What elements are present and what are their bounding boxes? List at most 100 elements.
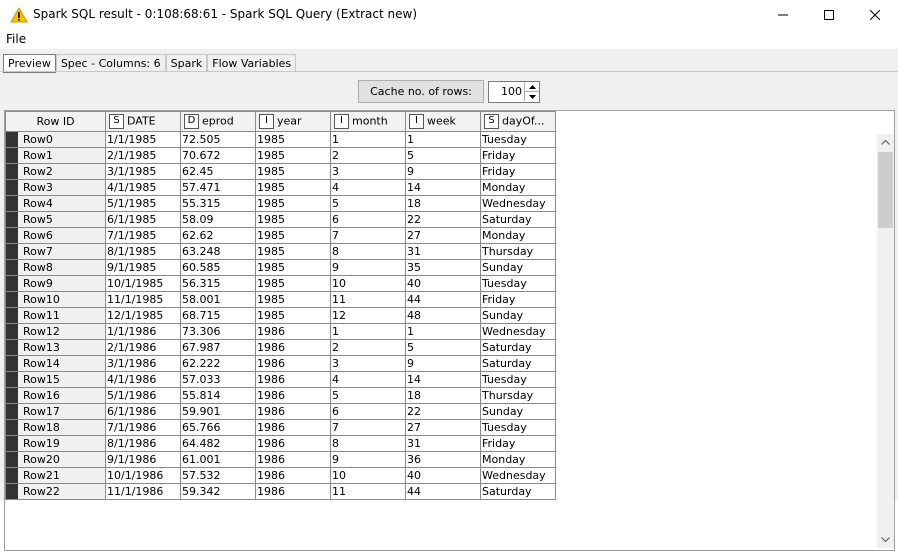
cache-rows-spinner[interactable]: 100	[488, 81, 540, 103]
scrollbar-thumb[interactable]	[878, 152, 893, 228]
table-cell[interactable]: 1986	[255, 371, 331, 388]
table-cell[interactable]: 5	[405, 147, 481, 164]
table-cell[interactable]: 8	[330, 435, 406, 452]
table-cell[interactable]: 1986	[255, 355, 331, 372]
table-cell[interactable]: 4	[330, 371, 406, 388]
minimize-button[interactable]	[760, 0, 806, 30]
table-cell[interactable]: 5/1/1985	[105, 195, 181, 212]
table-row[interactable]: Row17 6/1/1986 59.901 1986 6 22 Sunday	[5, 403, 556, 420]
table-row[interactable]: Row11 12/1/1985 68.715 1985 12 48 Sunday	[5, 307, 556, 324]
table-cell[interactable]: 55.315	[180, 195, 256, 212]
table-cell[interactable]: 1986	[255, 387, 331, 404]
table-cell[interactable]: 36	[405, 451, 481, 468]
row-id-cell[interactable]: Row22	[5, 483, 106, 500]
table-row[interactable]: Row21 10/1/1986 57.532 1986 10 40 Wednesday	[5, 467, 556, 484]
table-cell[interactable]: 1985	[255, 307, 331, 324]
table-cell[interactable]: 1	[405, 131, 481, 148]
row-id-cell[interactable]: Row11	[5, 307, 106, 324]
table-cell[interactable]: 3/1/1985	[105, 163, 181, 180]
table-row[interactable]: Row9 10/1/1985 56.315 1985 10 40 Tuesday	[5, 275, 556, 292]
row-id-cell[interactable]: Row19	[5, 435, 106, 452]
table-cell[interactable]: 65.766	[180, 419, 256, 436]
table-row[interactable]: Row3 4/1/1985 57.471 1985 4 14 Monday	[5, 179, 556, 196]
table-cell[interactable]: 1	[330, 131, 406, 148]
table-cell[interactable]: 3/1/1986	[105, 355, 181, 372]
table-cell[interactable]: 7/1/1986	[105, 419, 181, 436]
table-row[interactable]: Row2 3/1/1985 62.45 1985 3 9 Friday	[5, 163, 556, 180]
table-cell[interactable]: 1	[405, 323, 481, 340]
table-cell[interactable]: 48	[405, 307, 481, 324]
table-row[interactable]: Row8 9/1/1985 60.585 1985 9 35 Sunday	[5, 259, 556, 276]
table-cell[interactable]: 1986	[255, 467, 331, 484]
table-cell[interactable]: 5	[330, 387, 406, 404]
table-row[interactable]: Row14 3/1/1986 62.222 1986 3 9 Saturday	[5, 355, 556, 372]
table-cell[interactable]: 5	[330, 195, 406, 212]
table-cell[interactable]: 14	[405, 179, 481, 196]
table-cell[interactable]: 1986	[255, 339, 331, 356]
spinner-down-button[interactable]	[524, 92, 539, 101]
table-cell[interactable]: 44	[405, 483, 481, 500]
table-cell[interactable]: 11	[330, 483, 406, 500]
table-cell[interactable]: 18	[405, 195, 481, 212]
table-cell[interactable]: Friday	[480, 147, 556, 164]
row-id-cell[interactable]: Row18	[5, 419, 106, 436]
table-cell[interactable]: 1/1/1985	[105, 131, 181, 148]
close-button[interactable]	[852, 0, 898, 30]
tab-spec[interactable]: Spec - Columns: 6	[55, 54, 166, 72]
table-cell[interactable]: 1985	[255, 291, 331, 308]
table-cell[interactable]: 1985	[255, 259, 331, 276]
table-cell[interactable]: 10/1/1985	[105, 275, 181, 292]
table-cell[interactable]: 14	[405, 371, 481, 388]
table-cell[interactable]: 40	[405, 275, 481, 292]
table-cell[interactable]: 40	[405, 467, 481, 484]
row-id-cell[interactable]: Row6	[5, 227, 106, 244]
table-cell[interactable]: 60.585	[180, 259, 256, 276]
table-cell[interactable]: 63.248	[180, 243, 256, 260]
table-cell[interactable]: Wednesday	[480, 323, 556, 340]
table-cell[interactable]: 8	[330, 243, 406, 260]
table-cell[interactable]: Monday	[480, 227, 556, 244]
table-cell[interactable]: 1985	[255, 179, 331, 196]
table-cell[interactable]: 70.672	[180, 147, 256, 164]
row-id-cell[interactable]: Row21	[5, 467, 106, 484]
table-cell[interactable]: 6/1/1986	[105, 403, 181, 420]
table-cell[interactable]: Wednesday	[480, 467, 556, 484]
table-cell[interactable]: 4/1/1985	[105, 179, 181, 196]
row-id-cell[interactable]: Row4	[5, 195, 106, 212]
tab-flow-variables[interactable]: Flow Variables	[207, 54, 297, 72]
table-cell[interactable]: 10	[330, 467, 406, 484]
spinner-up-button[interactable]	[524, 82, 539, 92]
table-cell[interactable]: 72.505	[180, 131, 256, 148]
row-id-cell[interactable]: Row12	[5, 323, 106, 340]
column-header-week[interactable]: Iweek	[405, 111, 481, 132]
row-id-cell[interactable]: Row14	[5, 355, 106, 372]
table-cell[interactable]: 9/1/1986	[105, 451, 181, 468]
table-row[interactable]: Row18 7/1/1986 65.766 1986 7 27 Tuesday	[5, 419, 556, 436]
table-row[interactable]: Row12 1/1/1986 73.306 1986 1 1 Wednesday	[5, 323, 556, 340]
row-id-cell[interactable]: Row20	[5, 451, 106, 468]
table-row[interactable]: Row1 2/1/1985 70.672 1985 2 5 Friday	[5, 147, 556, 164]
row-id-cell[interactable]: Row17	[5, 403, 106, 420]
table-cell[interactable]: 12/1/1985	[105, 307, 181, 324]
table-cell[interactable]: Friday	[480, 163, 556, 180]
table-cell[interactable]: 2	[330, 339, 406, 356]
table-cell[interactable]: 9	[330, 451, 406, 468]
table-cell[interactable]: 1	[330, 323, 406, 340]
column-header-date[interactable]: S DATE	[105, 111, 181, 132]
table-cell[interactable]: Thursday	[480, 387, 556, 404]
row-id-cell[interactable]: Row16	[5, 387, 106, 404]
column-header-month[interactable]: Imonth	[330, 111, 406, 132]
table-cell[interactable]: 27	[405, 227, 481, 244]
table-cell[interactable]: 7	[330, 419, 406, 436]
table-cell[interactable]: Tuesday	[480, 419, 556, 436]
table-cell[interactable]: 3	[330, 163, 406, 180]
table-cell[interactable]: 6	[330, 211, 406, 228]
row-id-cell[interactable]: Row15	[5, 371, 106, 388]
table-cell[interactable]: 5/1/1986	[105, 387, 181, 404]
column-header-eprod[interactable]: Deprod	[180, 111, 256, 132]
table-cell[interactable]: 1985	[255, 243, 331, 260]
table-cell[interactable]: 1985	[255, 195, 331, 212]
table-cell[interactable]: 57.471	[180, 179, 256, 196]
table-cell[interactable]: 1986	[255, 403, 331, 420]
row-id-cell[interactable]: Row13	[5, 339, 106, 356]
